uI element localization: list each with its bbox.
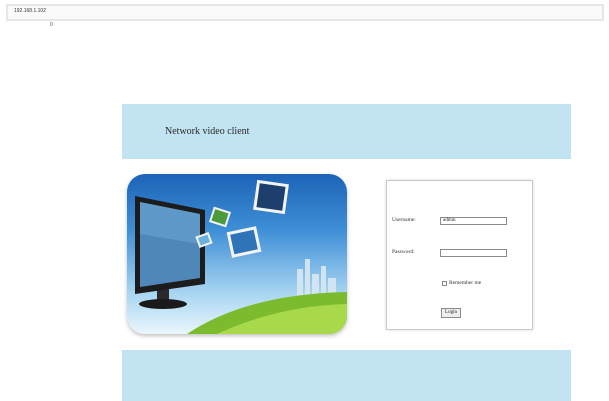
address-text[interactable]: 192.168.1.102: [14, 8, 46, 14]
username-label: Username:: [392, 217, 416, 223]
login-panel: Username: admin Password: Remember me Lo…: [386, 180, 533, 330]
password-input[interactable]: [440, 249, 507, 257]
footer-banner: [122, 350, 571, 401]
page-title: Network video client: [165, 126, 250, 137]
header-banner: Network video client: [122, 104, 571, 159]
username-input[interactable]: admin: [440, 217, 507, 225]
cursor-mark: 0: [50, 22, 53, 28]
monitor-photos-graphic: [135, 179, 347, 334]
remember-me-label: Remember me: [449, 280, 482, 286]
login-button[interactable]: Login: [441, 308, 461, 318]
password-label: Password:: [392, 249, 415, 255]
hero-illustration: [127, 174, 347, 334]
address-bar[interactable]: 192.168.1.102: [6, 4, 604, 21]
remember-me-checkbox[interactable]: [442, 281, 447, 286]
